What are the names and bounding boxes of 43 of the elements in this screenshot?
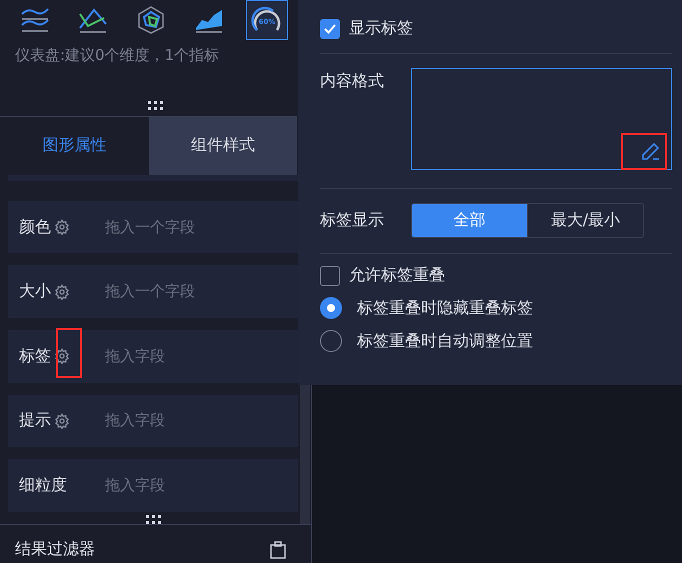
drop-placeholder: 拖入字段 xyxy=(105,346,165,366)
field-label: 标签 xyxy=(19,346,51,367)
clipboard-icon[interactable] xyxy=(269,540,287,559)
checkbox[interactable] xyxy=(320,18,340,38)
field-label: 颜色 xyxy=(19,216,51,238)
field-label: 提示 xyxy=(19,410,51,432)
settings-icon[interactable] xyxy=(54,348,70,364)
field-slot[interactable]: 颜色 拖入一个字段 xyxy=(8,200,298,254)
field-slot[interactable]: 标签 拖入字段 xyxy=(8,330,298,383)
drop-placeholder: 拖入字段 xyxy=(105,476,165,496)
chart-hint: 仪表盘:建议0个维度，1个指标 xyxy=(14,45,220,66)
segment-option[interactable]: 全部 xyxy=(412,204,527,237)
field-label: 细粒度 xyxy=(19,475,67,496)
checkbox-label: 显示标签 xyxy=(349,18,413,39)
field-label: 大小 xyxy=(19,281,51,302)
radio-button[interactable] xyxy=(320,297,342,319)
radio-label: 标签重叠时隐藏重叠标签 xyxy=(357,298,533,318)
radio-label: 标签重叠时自动调整位置 xyxy=(357,330,533,352)
drop-placeholder: 拖入一个字段 xyxy=(105,218,195,237)
settings-icon[interactable] xyxy=(54,219,70,236)
wave-lines-icon xyxy=(20,6,50,34)
format-text-area[interactable] xyxy=(411,68,672,170)
drop-placeholder: 拖入一个字段 xyxy=(105,282,195,302)
drag-handle-icon[interactable] xyxy=(146,514,160,524)
settings-icon[interactable] xyxy=(54,284,70,300)
section-title: 结果过滤器 xyxy=(15,539,95,560)
checkbox[interactable] xyxy=(320,266,340,286)
settings-icon[interactable] xyxy=(54,412,70,429)
tab[interactable]: 组件样式 xyxy=(148,116,297,175)
drag-handle-icon[interactable] xyxy=(148,100,163,110)
segment-option[interactable]: 最大/最小 xyxy=(527,204,643,237)
line-chart-icon xyxy=(78,6,108,34)
checkbox-label: 允许标签重叠 xyxy=(349,265,445,286)
radio-button[interactable] xyxy=(320,330,342,352)
checkmark-icon xyxy=(323,22,337,36)
field-label: 内容格式 xyxy=(320,71,384,92)
radar-chart-icon xyxy=(136,5,166,35)
drop-placeholder: 拖入字段 xyxy=(105,411,165,430)
field-slot[interactable]: 细粒度 拖入字段 xyxy=(8,459,298,512)
field-slot[interactable]: 大小 拖入一个字段 xyxy=(8,265,298,318)
field-slot[interactable]: 提示 拖入字段 xyxy=(8,394,298,448)
field-label: 标签显示 xyxy=(320,210,384,231)
pencil-icon[interactable] xyxy=(640,140,662,162)
